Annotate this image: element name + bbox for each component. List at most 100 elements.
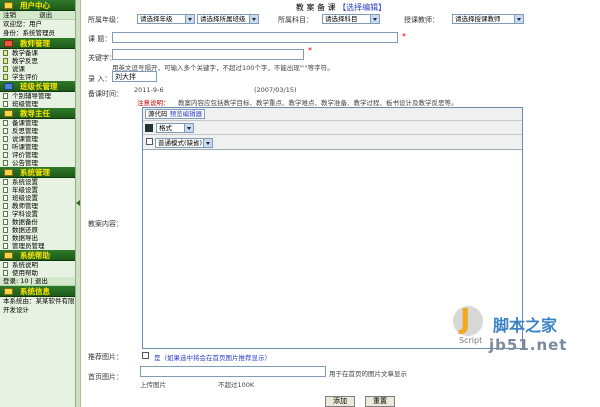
- save-icon[interactable]: [145, 123, 155, 133]
- sidebar-item-export[interactable]: 数据导出: [0, 234, 75, 242]
- date-format-hint: (2007/03/15): [254, 86, 297, 94]
- watermark-logo: J 脚本之家 Script jb51.net: [453, 302, 593, 376]
- page-title: 教 案 备 课 【选择编辑】: [295, 3, 387, 12]
- sidebar-item-usage-help[interactable]: 使用帮助: [0, 269, 75, 277]
- section-header-teacher[interactable]: 教师管理: [0, 38, 75, 49]
- sidebar-item-eval-manage[interactable]: 评价管理: [0, 151, 75, 159]
- sidebar-item-teacher-manage[interactable]: 教师管理: [0, 202, 75, 210]
- page-icon: [3, 74, 8, 80]
- page-icon: [3, 128, 8, 134]
- page-icon: [3, 50, 8, 56]
- date-label: 备课时间：: [88, 90, 123, 98]
- sidebar-item-talk-manage[interactable]: 说课管理: [0, 135, 75, 143]
- page-icon: [3, 262, 8, 268]
- sidebar-item-notice-manage[interactable]: 公告管理: [0, 159, 75, 167]
- keywords-input[interactable]: [112, 49, 304, 60]
- subject-label: 所属科目：: [278, 16, 313, 24]
- grade-select[interactable]: 请选择年级: [137, 14, 195, 24]
- page-icon: [3, 235, 8, 241]
- sidebar-item-restore[interactable]: 数据还原: [0, 226, 75, 234]
- sidebar-item-prep-manage[interactable]: 备课管理: [0, 119, 75, 127]
- required-mark: *: [402, 32, 406, 41]
- section-header-info[interactable]: 系统信息: [0, 286, 75, 297]
- notes-text: 教案内容应包括教学目标、教学重点、教学难点、教学准备、教学过程、板书设计及教学反…: [178, 99, 458, 107]
- section-header-director[interactable]: 教导主任: [0, 108, 75, 119]
- folder-icon: [4, 110, 13, 117]
- page-icon: [3, 120, 8, 126]
- upload-link[interactable]: 上传图片: [140, 379, 166, 389]
- login-count-row: 登录: 10 | 退出: [0, 277, 75, 286]
- section-header-system[interactable]: 系统管理: [0, 167, 75, 178]
- page-icon: [3, 66, 8, 72]
- user-center-header: 用户中心: [0, 0, 75, 11]
- sidebar-item-subject-settings[interactable]: 学科设置: [0, 210, 75, 218]
- image-path-input[interactable]: [140, 366, 326, 377]
- page-icon: [3, 270, 8, 276]
- upload-note: 不超过100K: [218, 381, 255, 389]
- reset-button[interactable]: 重置: [365, 396, 395, 407]
- watermark-url: jb51.net: [489, 336, 568, 354]
- sidebar-item-admin-manage[interactable]: 管理员管理: [0, 242, 75, 250]
- page-icon: [3, 160, 8, 166]
- recommend-label: 推荐图片：: [88, 353, 123, 361]
- recommend-checkbox[interactable]: [142, 352, 149, 359]
- teacher-label: 授课教师：: [404, 16, 439, 24]
- logo-mark: J: [460, 302, 471, 335]
- image-label: 首页图片：: [88, 373, 123, 381]
- editor-toolbar-3: 普通模式(缺省): [143, 135, 522, 150]
- sidebar-item-sys-desc[interactable]: 系统说明: [0, 261, 75, 269]
- class-select[interactable]: 请选择所属班级: [197, 14, 259, 24]
- sidebar-item-class-manage[interactable]: 班级管理: [0, 100, 75, 108]
- sidebar-item-listen-manage[interactable]: 听课管理: [0, 143, 75, 151]
- section-header-class[interactable]: 班级长管理: [0, 81, 75, 92]
- page-icon: [3, 58, 8, 64]
- editor-toolbar-2: 格式: [143, 121, 522, 135]
- folder-icon: [4, 288, 13, 295]
- sidebar-item-grade-settings[interactable]: 年级设置: [0, 186, 75, 194]
- image-hint: 用于在首页的图片文章显示: [329, 370, 407, 378]
- page-icon: [3, 243, 8, 249]
- chevron-down-icon: [249, 15, 258, 23]
- user-icon: [4, 2, 13, 9]
- format-select[interactable]: 格式: [156, 123, 194, 133]
- page-icon: [3, 144, 8, 150]
- page-icon: [3, 211, 8, 217]
- source-code-button[interactable]: 源代码 预览编辑器: [145, 109, 206, 119]
- editor-mode-select[interactable]: 普通模式(缺省): [155, 138, 213, 148]
- sidebar-item-lesson-prep[interactable]: 教学备课: [0, 49, 75, 57]
- editor-label: 教案内容：: [88, 220, 123, 228]
- teacher-select[interactable]: 请选择授课教师: [452, 14, 524, 24]
- footer-design: 开发设计: [3, 306, 29, 314]
- chevron-down-icon: [184, 124, 193, 132]
- folder-icon: [4, 252, 13, 259]
- sidebar-item-class-settings[interactable]: 班级设置: [0, 194, 75, 202]
- sidebar-item-talk[interactable]: 说课: [0, 65, 75, 73]
- sidebar-item-evaluation[interactable]: 学生评价: [0, 73, 75, 81]
- user-role: 身份：系统管理员: [3, 29, 55, 37]
- sidebar-item-reflection[interactable]: 教学反思: [0, 57, 75, 65]
- page-icon: [3, 187, 8, 193]
- user-links: 注销 退出: [0, 11, 75, 20]
- page-icon: [3, 136, 8, 142]
- author-input[interactable]: [112, 71, 157, 82]
- folder-icon: [4, 83, 13, 90]
- section-header-help[interactable]: 系统帮助: [0, 250, 75, 261]
- sidebar-item-tutoring[interactable]: 个别辅导管理: [0, 92, 75, 100]
- grade-label: 所属年级：: [88, 16, 123, 24]
- exit-link[interactable]: 退出: [39, 11, 52, 19]
- topic-input[interactable]: [112, 32, 398, 43]
- folder-icon: [4, 169, 13, 176]
- sidebar-toggle[interactable]: [76, 0, 81, 407]
- page-icon: [3, 219, 8, 225]
- sidebar-item-reflect-manage[interactable]: 反思管理: [0, 127, 75, 135]
- subject-select[interactable]: 请选择科目: [322, 14, 380, 24]
- logout-link[interactable]: 注销: [3, 11, 37, 19]
- select-edit-link[interactable]: 【选择编辑】: [338, 3, 386, 12]
- checkbox-icon[interactable]: [146, 138, 153, 145]
- date-value[interactable]: 2011-9-6: [134, 86, 164, 94]
- sidebar-item-sys-settings[interactable]: 系统设置: [0, 178, 75, 186]
- sidebar-item-backup[interactable]: 数据备份: [0, 218, 75, 226]
- watermark-name: 脚本之家: [493, 316, 558, 335]
- submit-button[interactable]: 添加: [325, 396, 355, 407]
- page-icon: [3, 179, 8, 185]
